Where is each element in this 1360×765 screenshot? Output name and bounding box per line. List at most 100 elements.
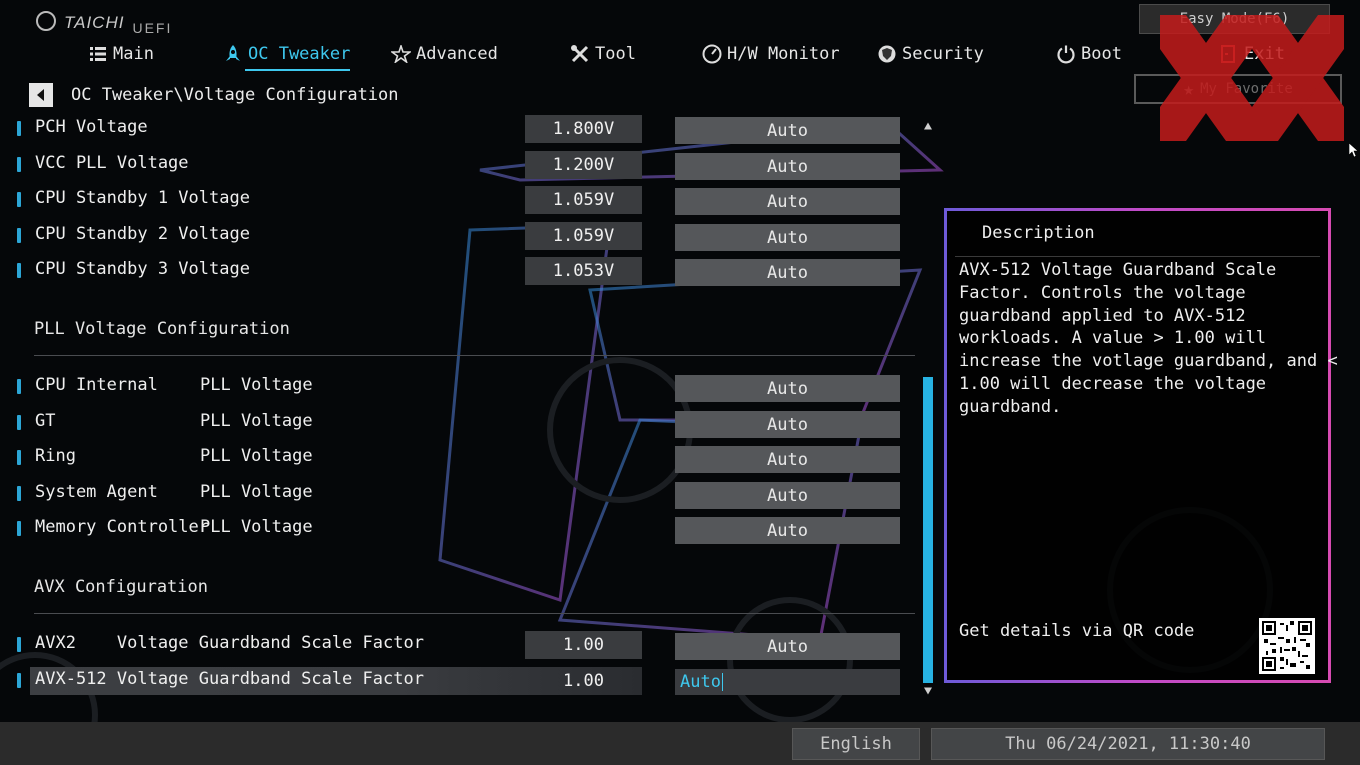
scroll-up-arrow-icon[interactable] — [924, 122, 932, 130]
tab-hw-monitor-label: H/W Monitor — [727, 44, 840, 64]
setting-option-input-active[interactable]: Auto — [675, 669, 900, 695]
setting-row-vcc-pll-voltage[interactable]: VCC PLL Voltage 1.200V Auto — [14, 151, 902, 180]
setting-row-pch-voltage[interactable]: PCH Voltage 1.800V Auto — [14, 115, 902, 144]
tab-tool-label: Tool — [595, 44, 636, 64]
row-bullet — [17, 192, 21, 207]
section-divider — [34, 613, 915, 614]
active-tab-underline — [245, 69, 351, 71]
row-bullet — [17, 486, 21, 501]
setting-label-suffix: PLL Voltage — [200, 411, 313, 431]
setting-label: CPU Standby 3 Voltage — [35, 259, 250, 279]
easy-mode-button[interactable]: Easy Mode(F6) — [1139, 4, 1330, 34]
gauge-icon — [702, 44, 722, 64]
setting-current-value: 1.00 — [525, 631, 642, 659]
setting-label-suffix: PLL Voltage — [200, 375, 313, 395]
tab-hw-monitor[interactable]: H/W Monitor — [702, 40, 840, 68]
brand-logo: TAICHI UEFI — [36, 8, 173, 36]
back-button[interactable] — [29, 83, 53, 107]
description-title: Description — [982, 223, 1095, 243]
scroll-down-arrow-icon[interactable] — [924, 687, 932, 695]
setting-label: System Agent — [35, 482, 158, 502]
setting-current-value: 1.059V — [525, 186, 642, 214]
section-divider — [34, 355, 915, 356]
setting-label: CPU Standby 2 Voltage — [35, 224, 250, 244]
description-text: AVX-512 Voltage Guardband Scale Factor. … — [959, 260, 1338, 417]
qr-code-icon — [1259, 618, 1315, 674]
row-bullet — [17, 263, 21, 278]
qr-code-label: Get details via QR code — [959, 621, 1195, 641]
brand-sub: UEFI — [132, 20, 173, 36]
setting-option-text: Auto — [680, 672, 721, 692]
settings-scrollbar[interactable] — [922, 121, 933, 696]
setting-current-value: 1.059V — [525, 222, 642, 250]
setting-current-value: 1.800V — [525, 115, 642, 143]
back-arrow-icon — [37, 89, 44, 101]
row-bullet — [17, 637, 21, 652]
setting-label: AVX-512 Voltage Guardband Scale Factor — [35, 669, 424, 689]
scroll-thumb[interactable] — [923, 377, 933, 683]
setting-row-cpu-standby-1[interactable]: CPU Standby 1 Voltage 1.059V Auto — [14, 186, 902, 215]
power-icon — [1056, 44, 1076, 64]
setting-label: Memory Controller — [35, 517, 209, 537]
setting-label-suffix: PLL Voltage — [200, 517, 313, 537]
setting-option-field[interactable]: Auto — [675, 153, 900, 180]
tab-security-label: Security — [902, 44, 984, 64]
mouse-cursor-icon — [1349, 143, 1359, 158]
date-time-display: Thu 06/24/2021, 11:30:40 — [931, 728, 1325, 760]
setting-row-ring-pll[interactable]: Ring PLL Voltage Auto — [14, 444, 902, 473]
setting-option-field[interactable]: Auto — [675, 224, 900, 251]
setting-row-cpu-standby-2[interactable]: CPU Standby 2 Voltage 1.059V Auto — [14, 222, 902, 251]
setting-option-field[interactable]: Auto — [675, 633, 900, 660]
breadcrumb-path: OC Tweaker\Voltage Configuration — [71, 85, 399, 105]
setting-option-field[interactable]: Auto — [675, 117, 900, 144]
setting-option-field[interactable]: Auto — [675, 482, 900, 509]
exit-icon — [1219, 44, 1239, 64]
row-bullet — [17, 121, 21, 136]
row-bullet — [17, 521, 21, 536]
setting-option-field[interactable]: Auto — [675, 446, 900, 473]
tab-main-label: Main — [113, 44, 154, 64]
tab-tool[interactable]: Tool — [570, 40, 636, 68]
setting-option-field[interactable]: Auto — [675, 375, 900, 402]
tab-oc-tweaker[interactable]: OC Tweaker — [223, 40, 351, 71]
tab-oc-tweaker-label: OC Tweaker — [248, 44, 351, 64]
setting-option-field[interactable]: Auto — [675, 259, 900, 286]
tab-advanced-label: Advanced — [416, 44, 498, 64]
setting-row-avx512-guardband-selected[interactable]: AVX-512 Voltage Guardband Scale Factor 1… — [17, 667, 642, 695]
setting-label: GT — [35, 411, 56, 431]
setting-row-memory-controller-pll[interactable]: Memory Controller PLL Voltage Auto — [14, 515, 902, 544]
shield-icon — [877, 44, 897, 64]
setting-option-field[interactable]: Auto — [675, 517, 900, 544]
section-title-pll: PLL Voltage Configuration — [34, 319, 290, 339]
setting-current-value: 1.00 — [563, 671, 604, 691]
setting-row-system-agent-pll[interactable]: System Agent PLL Voltage Auto — [14, 480, 902, 509]
rocket-icon — [223, 44, 243, 64]
setting-label-suffix: PLL Voltage — [200, 446, 313, 466]
language-button[interactable]: English — [792, 728, 920, 760]
favorite-star-icon: ★ — [1183, 78, 1195, 100]
section-title-avx: AVX Configuration — [34, 577, 208, 597]
setting-row-avx2-guardband[interactable]: AVX2 Voltage Guardband Scale Factor 1.00… — [14, 631, 902, 660]
tab-main[interactable]: Main — [88, 40, 154, 68]
my-favorite-button[interactable]: ★ My Favorite — [1134, 74, 1342, 104]
star-icon — [391, 44, 411, 64]
setting-current-value: 1.053V — [525, 257, 642, 285]
setting-label: AVX2 Voltage Guardband Scale Factor — [35, 633, 424, 653]
tab-exit-label: Exit — [1244, 44, 1285, 64]
top-nav: Main OC Tweaker Advanced Tool H/W Monito… — [0, 40, 1300, 71]
setting-option-field[interactable]: Auto — [675, 188, 900, 215]
description-divider — [955, 256, 1320, 257]
wrench-icon — [570, 44, 590, 64]
brand-name: TAICHI — [64, 13, 125, 32]
setting-label: CPU Standby 1 Voltage — [35, 188, 250, 208]
tab-advanced[interactable]: Advanced — [391, 40, 498, 68]
setting-row-cpu-internal-pll[interactable]: CPU Internal PLL Voltage Auto — [14, 373, 902, 402]
setting-option-field[interactable]: Auto — [675, 411, 900, 438]
setting-current-value: 1.200V — [525, 151, 642, 179]
tab-exit[interactable]: Exit — [1219, 40, 1285, 68]
setting-row-gt-pll[interactable]: GT PLL Voltage Auto — [14, 409, 902, 438]
tab-boot[interactable]: Boot — [1056, 40, 1122, 68]
setting-row-cpu-standby-3[interactable]: CPU Standby 3 Voltage 1.053V Auto — [14, 257, 902, 286]
text-caret — [721, 673, 723, 691]
tab-security[interactable]: Security — [877, 40, 984, 68]
